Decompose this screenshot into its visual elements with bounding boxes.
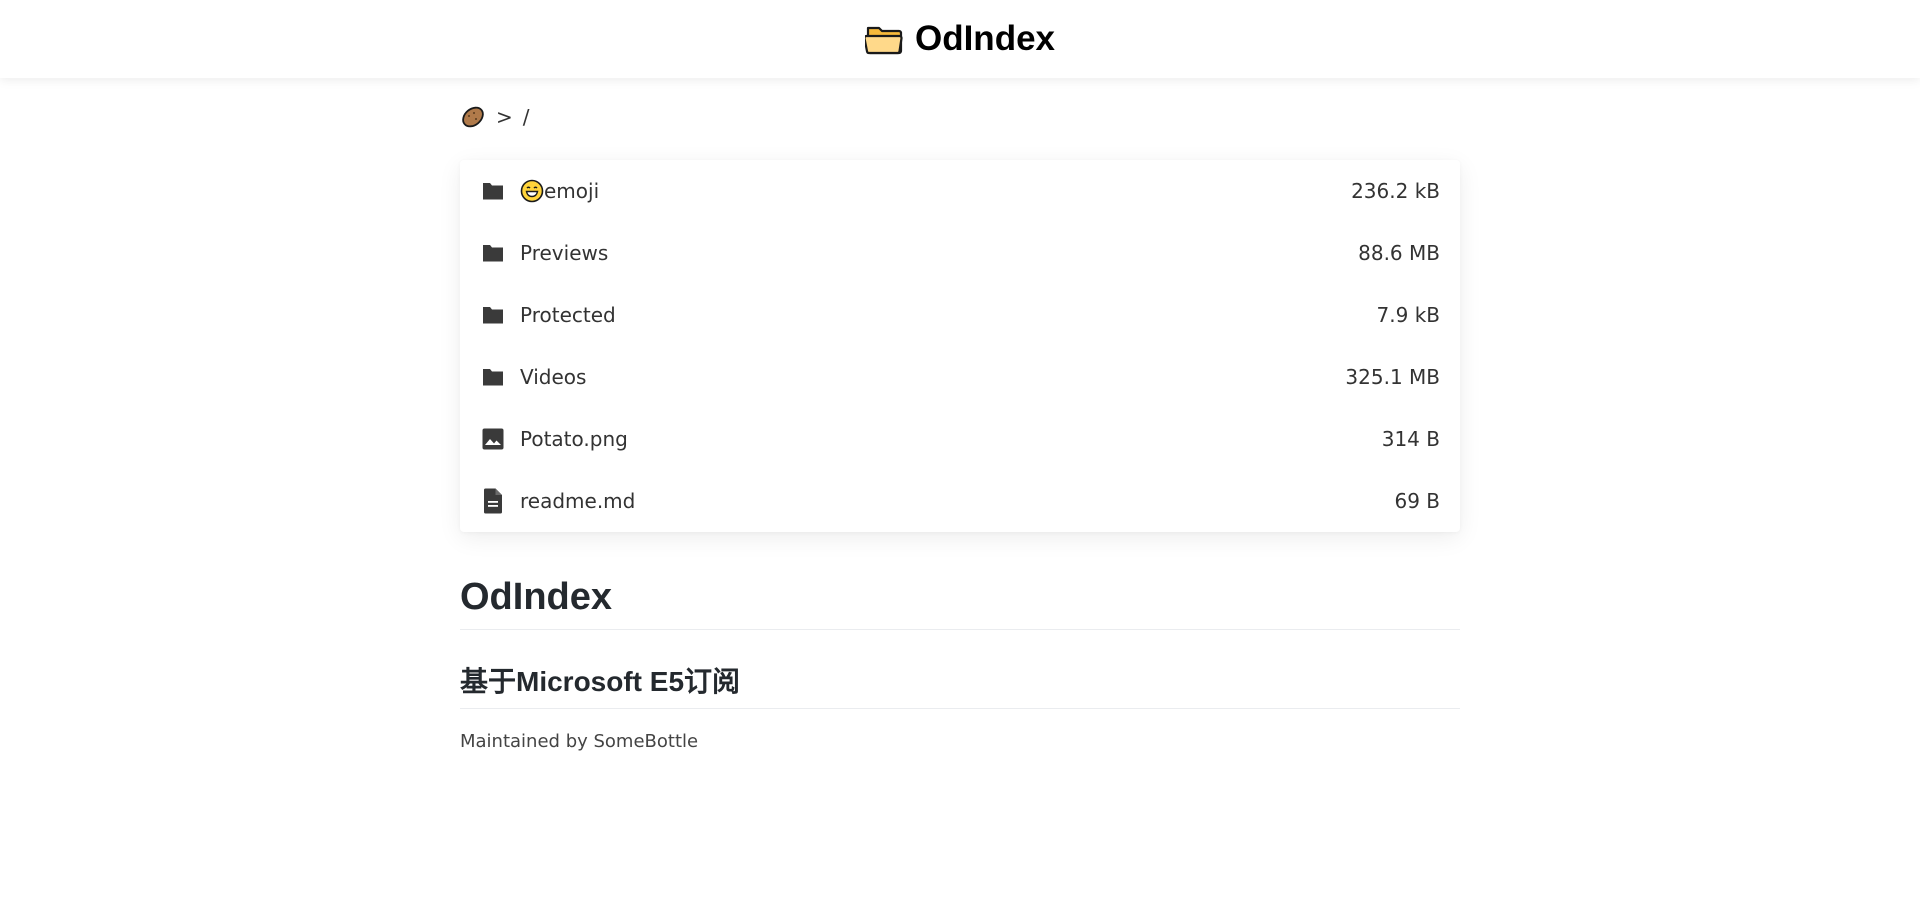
list-item-protected[interactable]: Protected 7.9 kB <box>460 284 1460 346</box>
file-name: Videos <box>520 365 587 389</box>
potato-icon[interactable] <box>460 104 486 130</box>
file-name: readme.md <box>520 489 636 513</box>
file-size: 88.6 MB <box>1358 241 1440 265</box>
breadcrumb-path[interactable]: / <box>523 105 530 129</box>
file-size: 236.2 kB <box>1351 179 1440 203</box>
list-item-readme-md[interactable]: readme.md 69 B <box>460 470 1460 532</box>
file-name: Potato.png <box>520 427 628 451</box>
file-size: 7.9 kB <box>1376 303 1440 327</box>
breadcrumb-separator: > <box>496 105 513 129</box>
folder-icon <box>480 240 506 266</box>
file-list: emoji 236.2 kB Previews 88.6 MB Protecte… <box>460 160 1460 532</box>
top-bar: OdIndex <box>0 0 1920 78</box>
folder-icon <box>480 302 506 328</box>
readme-heading: OdIndex <box>460 576 1460 630</box>
file-name: Protected <box>520 303 616 327</box>
readme-subheading: 基于Microsoft E5订阅 <box>460 660 1460 709</box>
folder-icon <box>480 178 506 204</box>
list-item-previews[interactable]: Previews 88.6 MB <box>460 222 1460 284</box>
list-item-videos[interactable]: Videos 325.1 MB <box>460 346 1460 408</box>
list-item-emoji[interactable]: emoji 236.2 kB <box>460 160 1460 222</box>
folder-icon <box>480 364 506 390</box>
image-icon <box>480 426 506 452</box>
list-item-potato-png[interactable]: Potato.png 314 B <box>460 408 1460 470</box>
breadcrumb: > / <box>460 104 1460 130</box>
file-name: Previews <box>520 241 609 265</box>
file-name: emoji <box>520 179 1351 203</box>
readme-section: OdIndex 基于Microsoft E5订阅 Maintained by S… <box>460 576 1460 752</box>
file-name-text: emoji <box>544 179 600 203</box>
main-content: > / emoji 236.2 kB Previews 88.6 MB Prot… <box>460 78 1460 752</box>
folder-icon <box>864 23 903 55</box>
site-brand[interactable]: OdIndex <box>864 19 1056 59</box>
document-icon <box>480 488 506 514</box>
file-size: 69 B <box>1394 489 1440 513</box>
site-title: OdIndex <box>914 19 1056 58</box>
file-size: 325.1 MB <box>1345 365 1440 389</box>
grinning-face-icon <box>520 179 544 203</box>
file-size: 314 B <box>1381 427 1440 451</box>
readme-text: Maintained by SomeBottle <box>460 731 699 752</box>
